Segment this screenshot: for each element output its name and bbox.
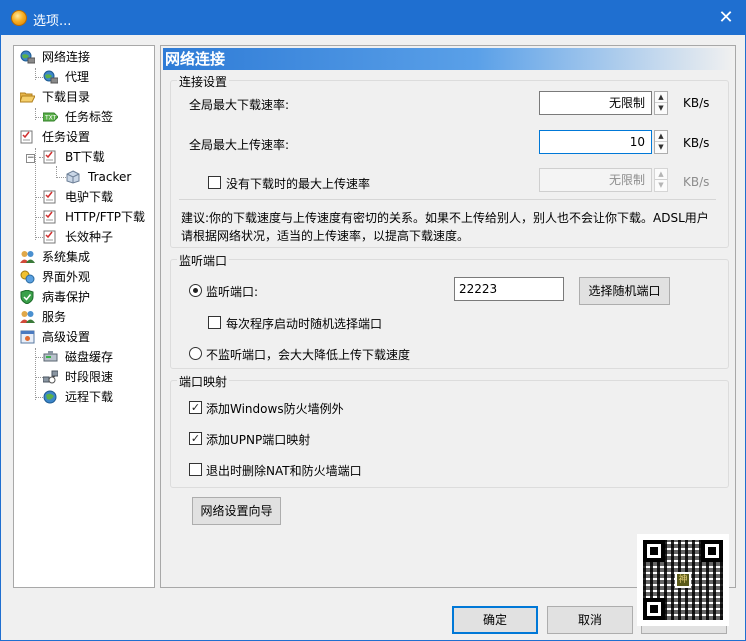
window-title: 选项... — [33, 14, 72, 29]
spin-up-icon[interactable]: ▲ — [655, 92, 667, 103]
close-icon[interactable]: ✕ — [715, 7, 737, 29]
title-bar: 选项... ✕ — [1, 1, 745, 35]
ok-button[interactable]: 确定 — [452, 606, 538, 634]
group-title: 连接设置 — [177, 73, 230, 90]
max-upload-label: 全局最大上传速率: — [189, 138, 290, 152]
network-wizard-button[interactable]: 网络设置向导 — [192, 497, 281, 525]
group-title: 端口映射 — [177, 373, 230, 390]
remove-nat-checkbox[interactable] — [189, 463, 202, 476]
no-download-upload-checkbox[interactable] — [208, 176, 221, 189]
cancel-button[interactable]: 取消 — [547, 606, 633, 634]
no-download-upload-label: 没有下载时的最大上传速率 — [226, 177, 371, 191]
users-icon — [20, 250, 35, 264]
appearance-icon — [20, 270, 35, 284]
random-port-button[interactable]: 选择随机端口 — [579, 277, 670, 305]
no-listen-radio[interactable] — [189, 347, 202, 360]
remove-nat-label: 退出时删除NAT和防火墙端口 — [206, 464, 362, 478]
max-upload-field[interactable]: 10 — [539, 130, 652, 154]
checklist-icon — [20, 130, 35, 144]
random-on-start-checkbox[interactable] — [208, 316, 221, 329]
unit-label: KB/s — [683, 175, 710, 189]
listen-port-radio[interactable] — [189, 284, 202, 297]
globe-icon — [43, 390, 58, 404]
settings-tree: 网络连接 代理 下载目录 TXT 任务标签 任务设置 − BT下载 Tracke… — [13, 45, 155, 588]
checklist-icon — [43, 230, 58, 244]
cube-icon — [66, 170, 81, 184]
upnp-label: 添加UPNP端口映射 — [206, 433, 311, 447]
listen-port-label: 监听端口: — [206, 285, 259, 299]
firewall-checkbox[interactable]: ✓ — [189, 401, 202, 414]
group-title: 监听端口 — [177, 252, 230, 269]
max-download-field[interactable]: 无限制 — [539, 91, 652, 115]
spin-down-icon[interactable]: ▼ — [655, 142, 667, 153]
checklist-icon — [43, 150, 58, 164]
advanced-settings-icon — [20, 330, 35, 344]
checklist-icon — [43, 210, 58, 224]
svg-text:TXT: TXT — [44, 115, 57, 122]
unit-label: KB/s — [683, 136, 710, 150]
app-logo-icon — [11, 10, 27, 26]
globe-network-icon — [20, 50, 36, 64]
collapse-bt-icon[interactable]: − — [26, 154, 35, 163]
bandwidth-advice: 建议:你的下载速度与上传速度有密切的关系。如果不上传给别人，别人也不会让你下载。… — [181, 211, 709, 243]
shield-icon — [20, 289, 35, 305]
page-title: 网络连接 — [163, 48, 733, 70]
unit-label: KB/s — [683, 96, 710, 110]
upnp-checkbox[interactable]: ✓ — [189, 432, 202, 445]
no-download-upload-spinner[interactable]: ▲ ▼ — [654, 168, 668, 192]
firewall-label: 添加Windows防火墙例外 — [206, 402, 344, 416]
no-listen-label: 不监听端口，会大大降低上传下载速度 — [206, 348, 411, 362]
max-download-spinner[interactable]: ▲ ▼ — [654, 91, 668, 115]
spin-up-icon[interactable]: ▲ — [655, 131, 667, 142]
qr-logo: 神 — [675, 572, 691, 588]
users-icon — [20, 310, 35, 324]
random-on-start-label: 每次程序启动时随机选择端口 — [226, 317, 383, 331]
proxy-globe-icon — [43, 70, 59, 84]
disk-cache-icon — [43, 350, 58, 364]
spin-down-icon[interactable]: ▼ — [655, 103, 667, 114]
folder-open-icon — [19, 90, 36, 104]
network-schedule-icon — [42, 370, 59, 384]
spin-up-icon[interactable]: ▲ — [655, 169, 667, 180]
max-upload-spinner[interactable]: ▲ ▼ — [654, 130, 668, 154]
no-download-upload-field[interactable]: 无限制 — [539, 168, 652, 192]
qr-code-overlay: 神 — [637, 534, 729, 626]
port-field[interactable]: 22223 — [454, 277, 564, 301]
tag-icon: TXT — [42, 110, 59, 124]
checklist-icon — [43, 190, 58, 204]
max-download-label: 全局最大下载速率: — [189, 98, 290, 112]
spin-down-icon[interactable]: ▼ — [655, 180, 667, 191]
options-window: 选项... ✕ 网络连接 代理 下载目录 TXT 任务标签 任务设置 − BT下… — [0, 0, 746, 641]
divider — [179, 199, 716, 200]
settings-panel: 网络连接 连接设置 全局最大下载速率: 无限制 ▲ ▼ KB/s 全局最大上传速… — [160, 45, 736, 588]
